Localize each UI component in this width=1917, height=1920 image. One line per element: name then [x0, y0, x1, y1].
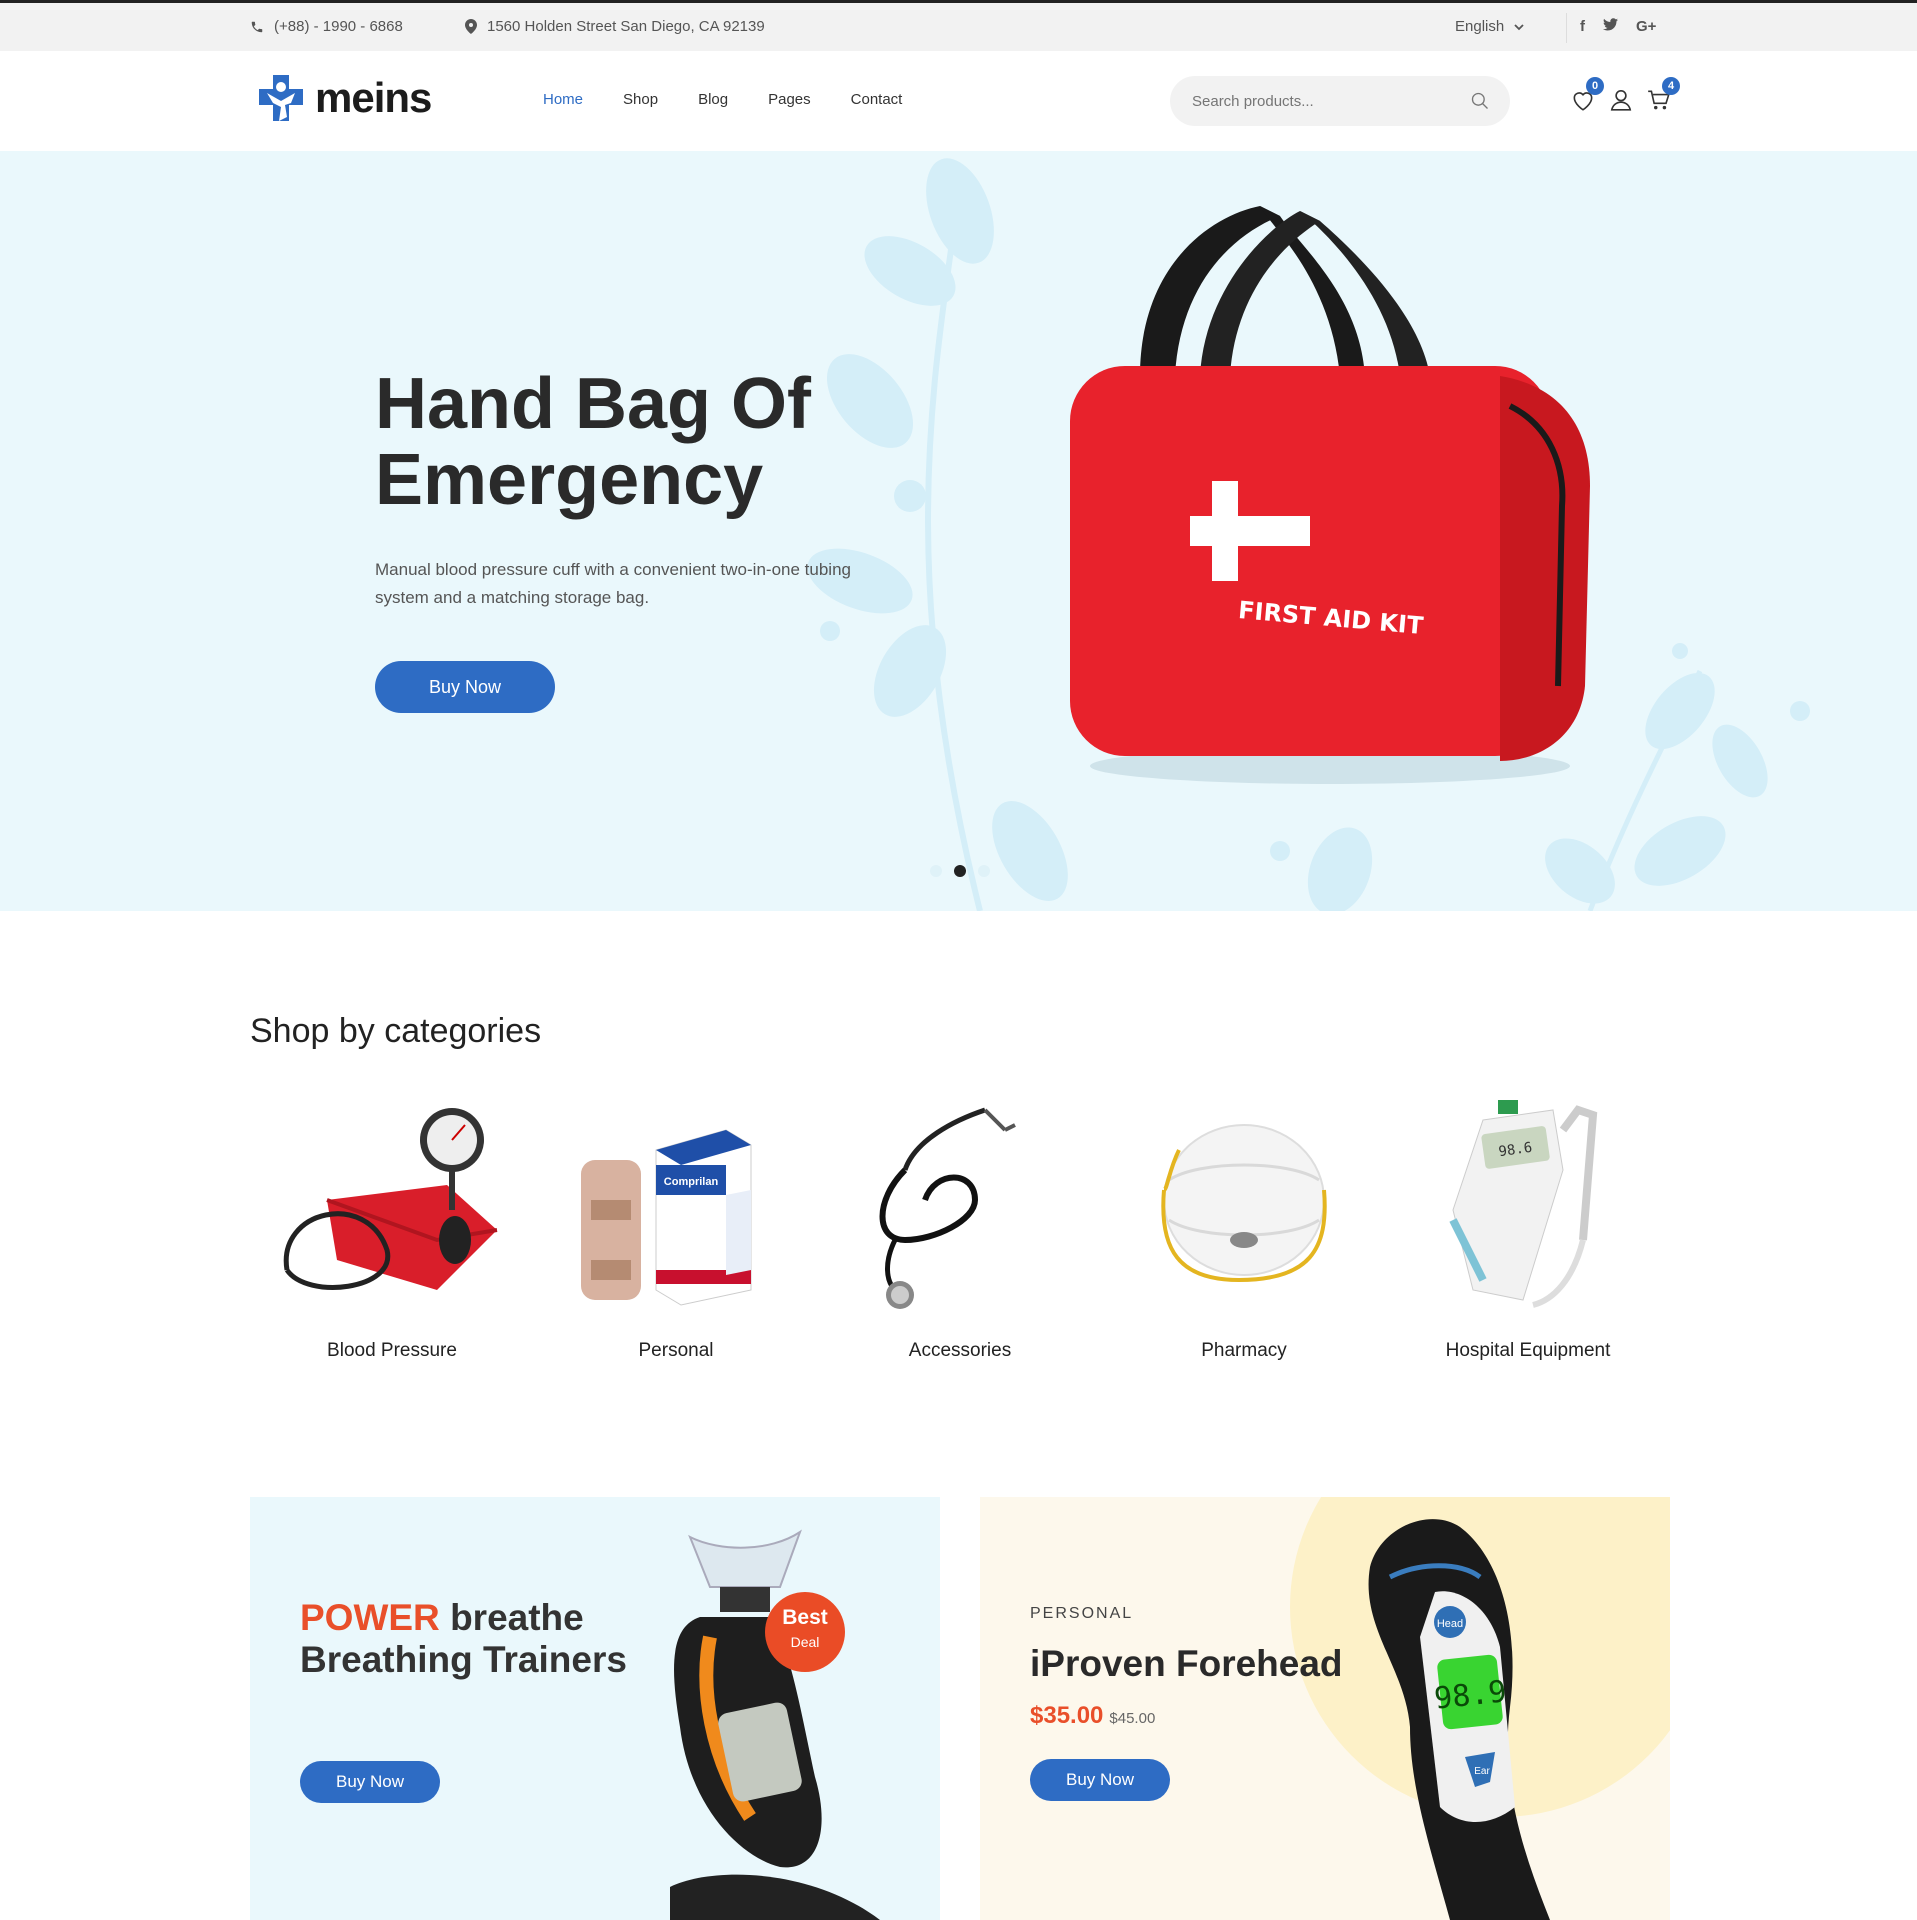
categories-list: Blood Pressure Comprilan Personal Access… [250, 1090, 1670, 1380]
address-text: 1560 Holden Street San Diego, CA 92139 [487, 18, 765, 35]
main-header: meins Home Shop Blog Pages Contact 0 4 [0, 51, 1917, 151]
category-accessories[interactable]: Accessories [818, 1090, 1102, 1380]
old-price: $45.00 [1109, 1710, 1156, 1727]
category-label: Accessories [908, 1340, 1012, 1361]
logo[interactable]: meins [257, 73, 432, 123]
forehead-thermometer-image: 98.9 Head Ear [1368, 1519, 1550, 1920]
phone-info: (+88) - 1990 - 6868 [250, 18, 403, 35]
nav-pages[interactable]: Pages [768, 91, 811, 108]
phone-icon [251, 21, 263, 32]
phone-text: (+88) - 1990 - 6868 [274, 18, 403, 35]
promo-title: POWER breathe Breathing Trainers [300, 1597, 630, 1681]
promo-price: $35.00 $45.00 [1030, 1702, 1155, 1730]
wishlist-button[interactable]: 0 [1570, 77, 1604, 113]
search-input[interactable] [1190, 91, 1470, 111]
main-nav: Home Shop Blog Pages Contact [543, 91, 902, 108]
category-hospital-equipment[interactable]: 98.6 Hospital Equipment [1386, 1090, 1670, 1380]
bandage-box-image: Comprilan [581, 1129, 752, 1306]
nav-blog[interactable]: Blog [698, 91, 728, 108]
slider-dots [930, 865, 990, 877]
svg-text:Comprilan: Comprilan [664, 1176, 719, 1188]
breathing-trainer-image [670, 1529, 880, 1920]
language-label: English [1455, 18, 1505, 35]
promo-title: iProven Forehead [1030, 1643, 1343, 1684]
search-icon[interactable] [1470, 91, 1490, 111]
current-price: $35.00 [1030, 1702, 1104, 1729]
best-deal-badge: Best Deal [765, 1592, 845, 1672]
cart-count-badge: 4 [1662, 77, 1680, 95]
promo-subtitle: PERSONAL [1030, 1605, 1134, 1622]
svg-text:Ear: Ear [1474, 1766, 1490, 1777]
logo-mark-icon [259, 75, 303, 121]
face-mask-image [1161, 1124, 1327, 1283]
best-deal-badge-line1: Best [782, 1606, 828, 1629]
slider-dot-3[interactable] [978, 865, 990, 877]
category-label: Blood Pressure [327, 1340, 457, 1361]
hero-title: Hand Bag Of Emergency [375, 364, 812, 520]
slider-dot-1[interactable] [930, 865, 942, 877]
slider-dot-2[interactable] [954, 865, 966, 877]
language-select[interactable]: English [1455, 18, 1524, 35]
category-label: Pharmacy [1201, 1340, 1287, 1361]
top-bar: (+88) - 1990 - 6868 1560 Holden Street S… [0, 0, 1917, 51]
category-label: Personal [638, 1340, 714, 1361]
best-deal-badge-line2: Deal [790, 1634, 820, 1650]
hero-slider: Hand Bag Of Emergency Manual blood press… [0, 151, 1917, 911]
first-aid-bag-image: FIRST AID KIT [1070, 206, 1590, 784]
category-label: Hospital Equipment [1445, 1340, 1611, 1361]
header-icons: 0 4 [1570, 77, 1680, 113]
category-personal[interactable]: Comprilan Personal [534, 1090, 818, 1380]
chevron-down-icon [1514, 23, 1524, 30]
social-links: f G+ [1580, 18, 1656, 35]
stethoscope-image [879, 1107, 1016, 1309]
thermometer-device-image: 98.6 [1449, 1100, 1598, 1308]
promo-banner-breathe: POWER breathe Breathing Trainers Buy Now… [250, 1497, 940, 1920]
nav-home[interactable]: Home [543, 91, 583, 108]
search-box [1170, 76, 1510, 126]
nav-shop[interactable]: Shop [623, 91, 658, 108]
location-pin-icon [465, 19, 477, 34]
promo-title-highlight: POWER [300, 1597, 440, 1638]
promo-buy-now-button[interactable]: Buy Now [1030, 1759, 1170, 1801]
hero-buy-now-button[interactable]: Buy Now [375, 661, 555, 713]
promo-banner-iproven: PERSONAL iProven Forehead $35.00 $45.00 … [980, 1497, 1670, 1920]
logo-text: meins [315, 74, 432, 121]
address-info: 1560 Holden Street San Diego, CA 92139 [465, 18, 765, 35]
cart-button[interactable]: 4 [1646, 77, 1680, 113]
topbar-divider [1566, 13, 1567, 43]
svg-text:Head: Head [1437, 1618, 1463, 1630]
categories-heading: Shop by categories [250, 1012, 542, 1050]
wishlist-count-badge: 0 [1586, 77, 1604, 95]
google-plus-icon[interactable]: G+ [1636, 18, 1656, 35]
category-blood-pressure[interactable]: Blood Pressure [250, 1090, 534, 1380]
user-icon [1610, 89, 1632, 111]
account-button[interactable] [1608, 87, 1634, 113]
facebook-icon[interactable]: f [1580, 18, 1585, 35]
blood-pressure-monitor-image [283, 1108, 498, 1290]
category-pharmacy[interactable]: Pharmacy [1102, 1090, 1386, 1380]
twitter-icon[interactable] [1603, 18, 1618, 35]
nav-contact[interactable]: Contact [851, 91, 903, 108]
hero-description: Manual blood pressure cuff with a conven… [375, 560, 851, 607]
promo-buy-now-button[interactable]: Buy Now [300, 1761, 440, 1803]
